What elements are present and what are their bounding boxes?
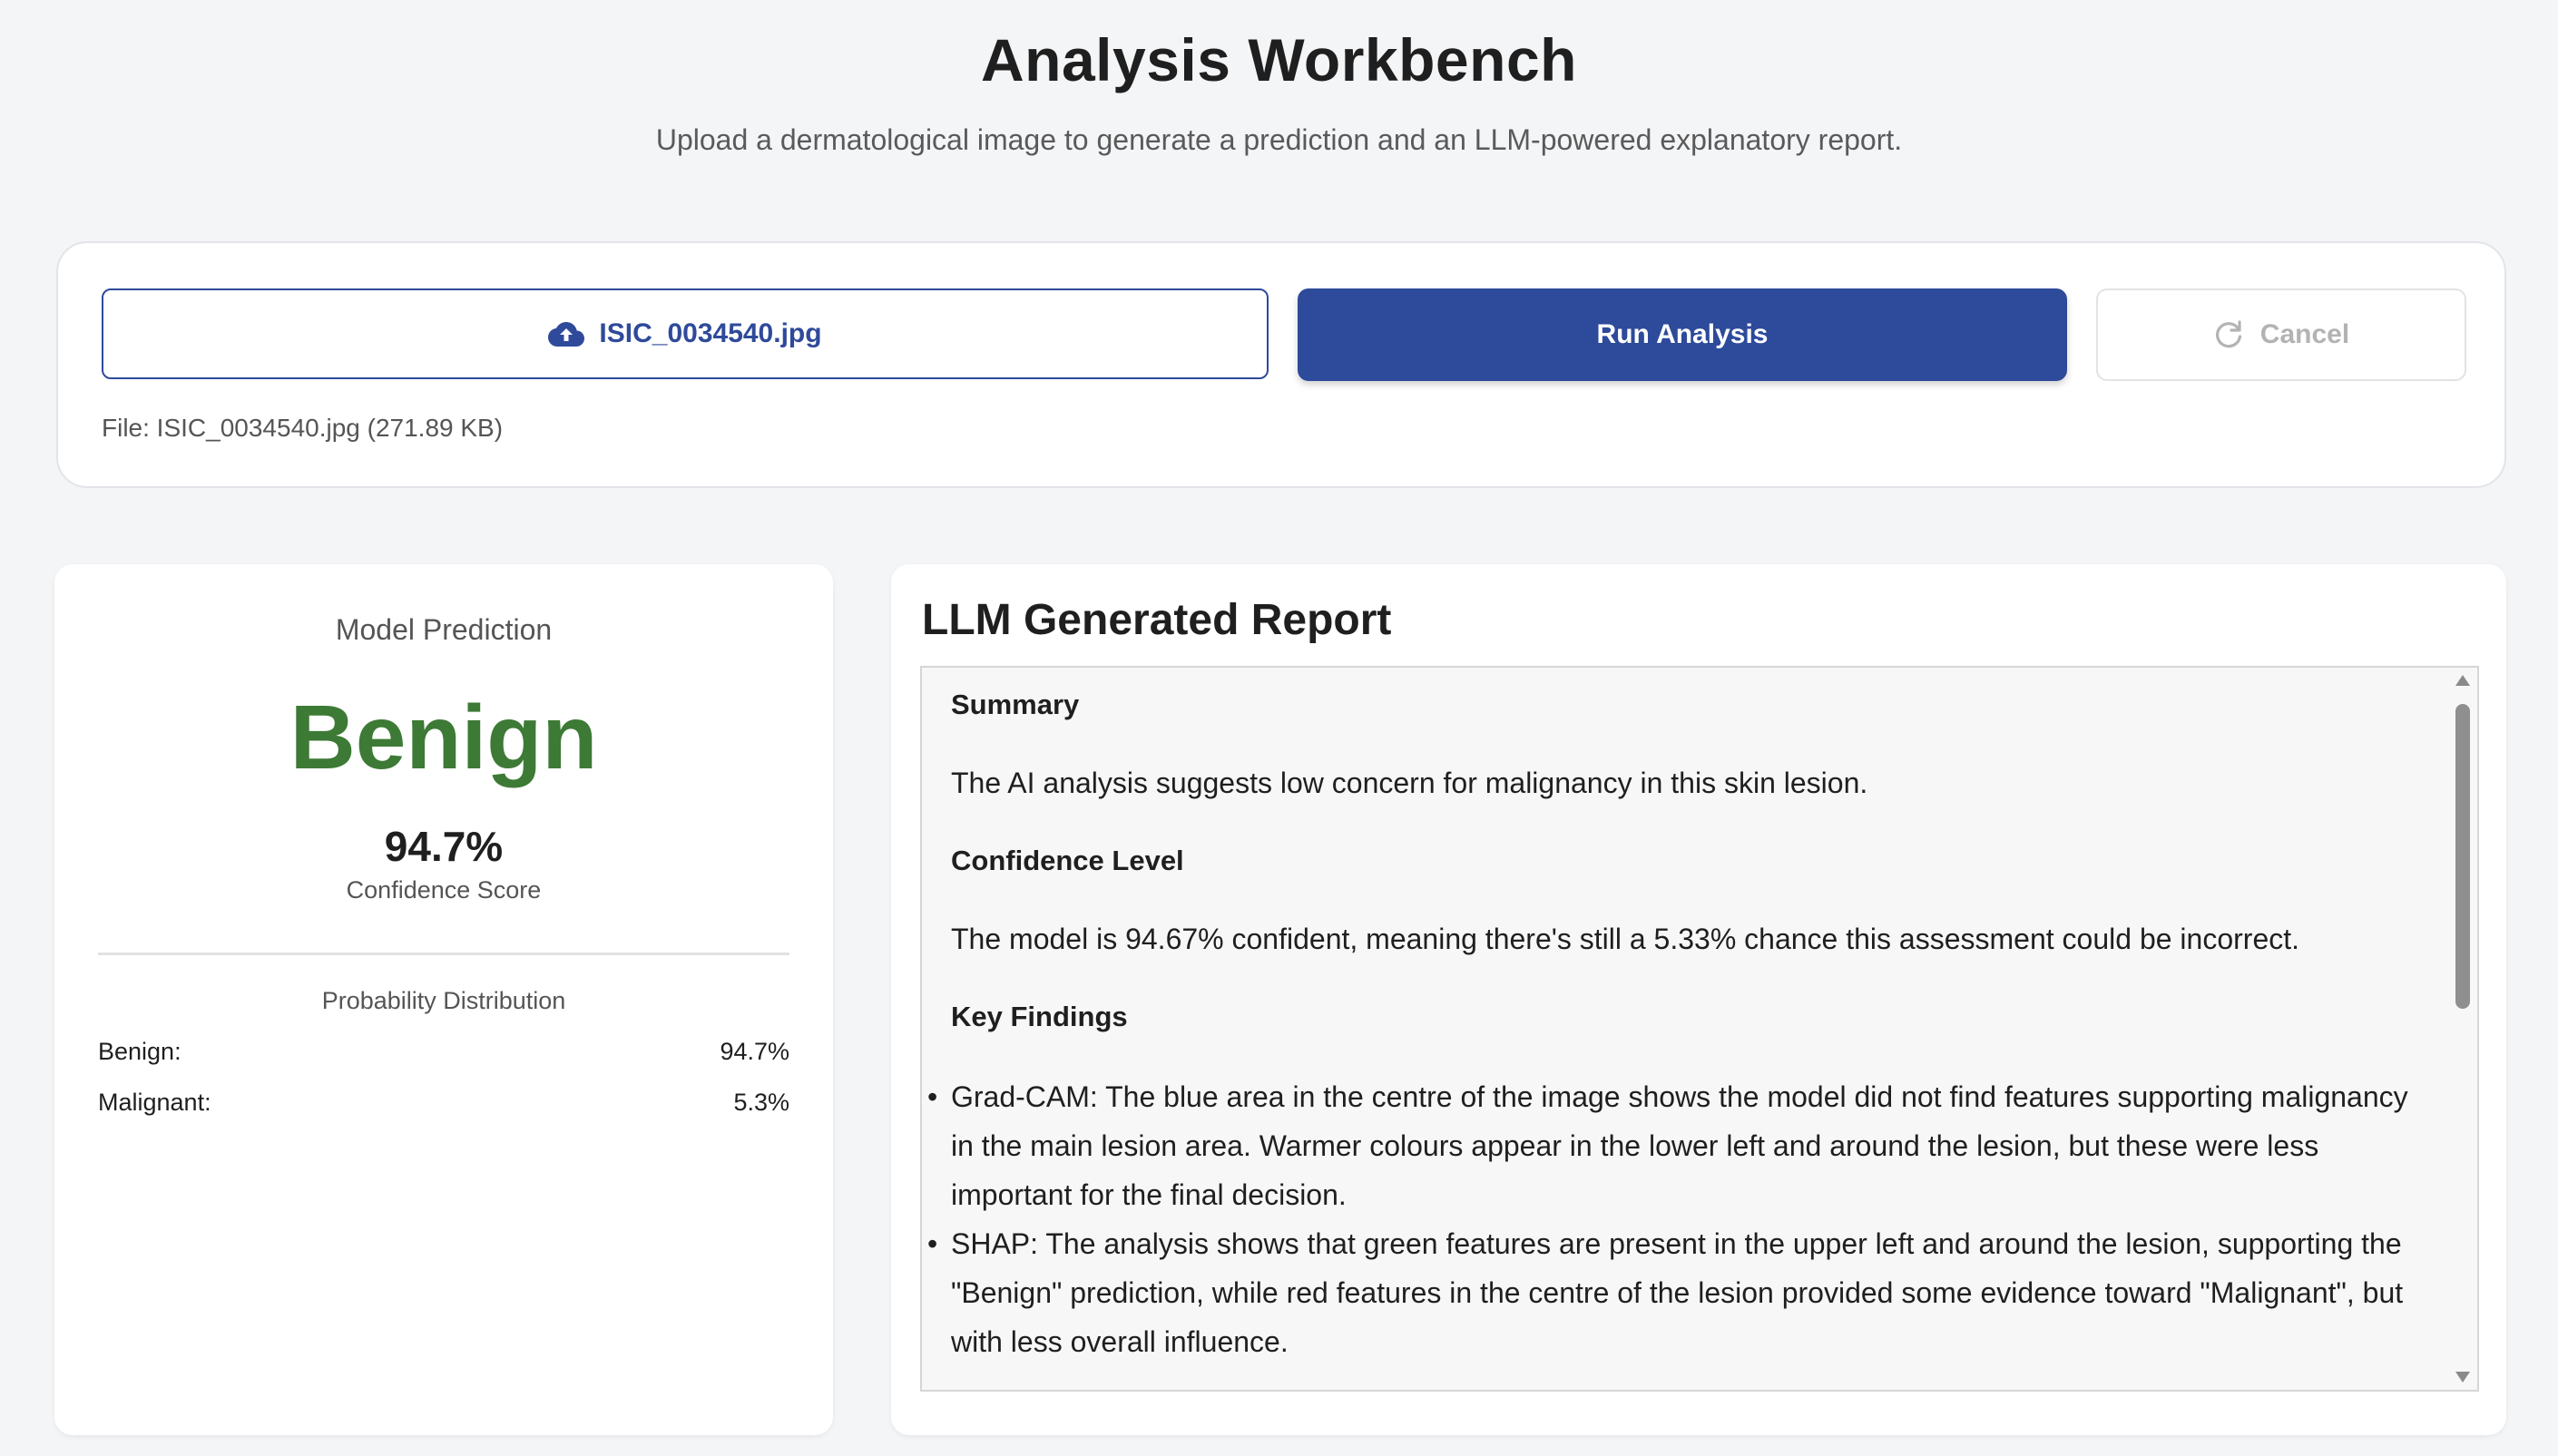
file-button-label: ISIC_0034540.jpg <box>599 318 822 348</box>
distribution-row-benign: Benign: 94.7% <box>98 1038 789 1066</box>
scrollbar-thumb[interactable] <box>2455 704 2470 1009</box>
confidence-heading: Confidence Level <box>951 845 1184 876</box>
bullet-icon: • <box>927 1080 938 1113</box>
scroll-up-arrow-icon[interactable] <box>2455 675 2470 686</box>
scrollbar[interactable] <box>2454 671 2472 1388</box>
page-title: Analysis Workbench <box>981 26 1577 93</box>
file-info: File: ISIC_0034540.jpg (271.89 KB) <box>102 414 504 442</box>
distribution-label: Malignant: <box>98 1089 211 1116</box>
refresh-icon <box>2215 320 2241 348</box>
finding-text: Grad-CAM: The blue area in the centre of… <box>951 1080 2408 1211</box>
cancel-label: Cancel <box>2259 319 2350 349</box>
summary-heading: Summary <box>951 689 1080 720</box>
confidence-text: The model is 94.67% confident, meaning t… <box>951 923 2300 955</box>
probability-distribution-title: Probability Distribution <box>321 987 566 1014</box>
prediction-value: Benign <box>289 687 598 788</box>
scroll-down-arrow-icon[interactable] <box>2455 1372 2470 1383</box>
distribution-row-malignant: Malignant: 5.3% <box>98 1089 789 1117</box>
confidence-score-label: Confidence Score <box>346 876 542 904</box>
distribution-value: 5.3% <box>733 1089 789 1116</box>
report-title: LLM Generated Report <box>922 596 1392 644</box>
confidence-score-value: 94.7% <box>384 823 504 870</box>
cloud-upload-icon <box>548 322 585 347</box>
report-scroll-area[interactable]: Summary The AI analysis suggests low con… <box>920 666 2479 1392</box>
distribution-value: 94.7% <box>720 1038 789 1065</box>
report-card: LLM Generated Report Summary The AI anal… <box>891 564 2506 1435</box>
list-item: • Grad-CAM: The blue area in the centre o… <box>927 1072 2412 1219</box>
file-upload-button[interactable]: ISIC_0034540.jpg <box>102 288 1269 379</box>
prediction-card: Model Prediction Benign 94.7% Confidence… <box>54 564 833 1435</box>
cancel-button[interactable]: Cancel <box>2096 288 2466 381</box>
upload-card: ISIC_0034540.jpg Run Analysis Cancel Fil… <box>56 241 2506 488</box>
findings-heading: Key Findings <box>951 1001 1128 1032</box>
run-analysis-button[interactable]: Run Analysis <box>1298 288 2067 381</box>
divider <box>98 953 789 955</box>
page-subtitle: Upload a dermatological image to generat… <box>655 123 1903 156</box>
bullet-icon: • <box>927 1227 938 1260</box>
run-analysis-label: Run Analysis <box>1596 319 1769 349</box>
distribution-label: Benign: <box>98 1038 181 1065</box>
list-item: • SHAP: The analysis shows that green fea… <box>927 1219 2412 1366</box>
finding-text: SHAP: The analysis shows that green feat… <box>951 1227 2404 1358</box>
prediction-label: Model Prediction <box>335 613 553 646</box>
summary-text: The AI analysis suggests low concern for… <box>951 767 1868 799</box>
findings-list: • Grad-CAM: The blue area in the centre o… <box>927 1072 2412 1366</box>
